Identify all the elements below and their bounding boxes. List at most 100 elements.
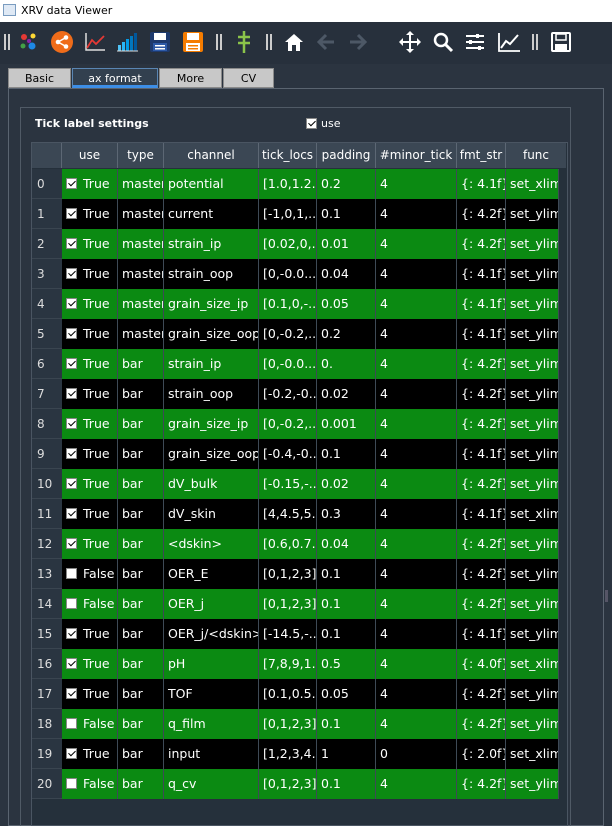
- cell-minor-tick[interactable]: 4: [376, 589, 457, 619]
- cell-use[interactable]: True: [62, 349, 118, 379]
- cell-minor-tick[interactable]: 4: [376, 559, 457, 589]
- cell-padding[interactable]: 0.05: [317, 679, 376, 709]
- checkbox-checked-icon[interactable]: [66, 478, 77, 489]
- cell-type[interactable]: master: [118, 169, 164, 199]
- cell-type[interactable]: bar: [118, 439, 164, 469]
- cell-type[interactable]: bar: [118, 649, 164, 679]
- cell-padding[interactable]: 0.01: [317, 229, 376, 259]
- checkbox-checked-icon[interactable]: [66, 178, 77, 189]
- cell-padding[interactable]: 0.2: [317, 169, 376, 199]
- checkbox-checked-icon[interactable]: [66, 538, 77, 549]
- cell-padding[interactable]: 1: [317, 739, 376, 769]
- table-row[interactable]: 3 True master strain_oop [0,-0.0... 0.04 4 {: 4…: [32, 259, 559, 289]
- cell-minor-tick[interactable]: 4: [376, 499, 457, 529]
- cell-minor-tick[interactable]: 4: [376, 169, 457, 199]
- cell-type[interactable]: master: [118, 199, 164, 229]
- cell-use[interactable]: False: [62, 769, 118, 799]
- cell-minor-tick[interactable]: 4: [376, 349, 457, 379]
- cell-type[interactable]: bar: [118, 349, 164, 379]
- cell-type[interactable]: bar: [118, 619, 164, 649]
- cell-use[interactable]: True: [62, 739, 118, 769]
- cell-type[interactable]: bar: [118, 499, 164, 529]
- cell-func[interactable]: set_ylim: [506, 349, 559, 379]
- checkbox-checked-icon[interactable]: [66, 418, 77, 429]
- row-index[interactable]: 17: [32, 679, 62, 709]
- header-padding[interactable]: padding: [317, 143, 376, 168]
- cell-padding[interactable]: 0.1: [317, 559, 376, 589]
- cell-channel[interactable]: grain_size_ip: [164, 289, 259, 319]
- back-arrow-icon[interactable]: [313, 29, 339, 55]
- configure-icon[interactable]: [462, 29, 488, 55]
- checkbox-checked-icon[interactable]: [66, 688, 77, 699]
- cell-fmt-str[interactable]: {: 4.1f}: [457, 499, 506, 529]
- cell-type[interactable]: bar: [118, 559, 164, 589]
- table-row[interactable]: 0 True masterpotential[1.0,1.2...0.24{: 4.…: [32, 169, 559, 199]
- save-orange-icon[interactable]: [180, 29, 206, 55]
- cell-fmt-str[interactable]: {: 4.1f}: [457, 169, 506, 199]
- cell-use[interactable]: True: [62, 469, 118, 499]
- pan-icon[interactable]: [397, 29, 423, 55]
- cell-channel[interactable]: OER_j/<dskin>: [164, 619, 259, 649]
- row-index[interactable]: 5: [32, 319, 62, 349]
- cell-func[interactable]: set_ylim: [506, 199, 559, 229]
- cell-func[interactable]: set_xlim: [506, 739, 559, 769]
- row-index[interactable]: 10: [32, 469, 62, 499]
- cell-channel[interactable]: grain_size_oop: [164, 319, 259, 349]
- cell-tick-locs[interactable]: [0,1,2,3]: [259, 709, 317, 739]
- row-index[interactable]: 8: [32, 409, 62, 439]
- cell-func[interactable]: set_ylim: [506, 679, 559, 709]
- cell-use[interactable]: True: [62, 439, 118, 469]
- cell-minor-tick[interactable]: 4: [376, 259, 457, 289]
- tab-cv-setup[interactable]: CV setup: [223, 68, 274, 104]
- cell-channel[interactable]: OER_j: [164, 589, 259, 619]
- checkbox-checked-icon[interactable]: [66, 748, 77, 759]
- cell-padding[interactable]: 0.1: [317, 709, 376, 739]
- cell-fmt-str[interactable]: {: 4.1f}: [457, 289, 506, 319]
- row-index[interactable]: 6: [32, 349, 62, 379]
- cell-func[interactable]: set_ylim: [506, 619, 559, 649]
- save-icon[interactable]: [147, 29, 173, 55]
- table-row[interactable]: 7 True bar strain_oop [-0.2,-0... 0.02 4 {: 4.2…: [32, 379, 559, 409]
- cell-fmt-str[interactable]: {: 4.2f}: [457, 589, 506, 619]
- cell-use[interactable]: True: [62, 379, 118, 409]
- header-use[interactable]: use: [62, 143, 118, 168]
- cell-minor-tick[interactable]: 4: [376, 769, 457, 799]
- app-logo-icon[interactable]: [16, 29, 42, 55]
- checkbox-checked-icon[interactable]: [66, 358, 77, 369]
- cell-use[interactable]: True: [62, 229, 118, 259]
- window-resize-handle[interactable]: [605, 590, 608, 602]
- cell-type[interactable]: bar: [118, 679, 164, 709]
- cell-fmt-str[interactable]: {: 4.2f}: [457, 529, 506, 559]
- cell-channel[interactable]: dV_bulk: [164, 469, 259, 499]
- cell-minor-tick[interactable]: 4: [376, 679, 457, 709]
- table-row[interactable]: 11 TruebardV_skin[4,4.5,5...0.34{: 4.1f}s…: [32, 499, 559, 529]
- table-row[interactable]: 15 True bar OER_j/<dskin> [-14.5,-... 0.1 4 {: …: [32, 619, 559, 649]
- cell-padding[interactable]: 0.: [317, 349, 376, 379]
- checkbox-checked-icon[interactable]: [66, 448, 77, 459]
- table-row[interactable]: 5 True master grain_size_oop [0,-0.2,... 0.2 4…: [32, 319, 559, 349]
- cell-fmt-str[interactable]: {: 4.1f}: [457, 319, 506, 349]
- cell-func[interactable]: set_ylim: [506, 439, 559, 469]
- row-index[interactable]: 18: [32, 709, 62, 739]
- group-use-checkbox[interactable]: use: [306, 117, 340, 130]
- cell-func[interactable]: set_ylim: [506, 229, 559, 259]
- row-index[interactable]: 3: [32, 259, 62, 289]
- cell-minor-tick[interactable]: 4: [376, 439, 457, 469]
- cell-tick-locs[interactable]: [0.6,0.7...: [259, 529, 317, 559]
- cell-use[interactable]: True: [62, 169, 118, 199]
- cell-padding[interactable]: 0.3: [317, 499, 376, 529]
- cell-func[interactable]: set_ylim: [506, 259, 559, 289]
- row-index[interactable]: 19: [32, 739, 62, 769]
- tab-more-setup[interactable]: More setup: [159, 68, 222, 104]
- cell-tick-locs[interactable]: [-0.2,-0...: [259, 379, 317, 409]
- table-row[interactable]: 8 True bar grain_size_ip [0,-0.2,... 0.001 4 {:…: [32, 409, 559, 439]
- cell-minor-tick[interactable]: 4: [376, 319, 457, 349]
- cell-channel[interactable]: strain_ip: [164, 229, 259, 259]
- cell-tick-locs[interactable]: [0,-0.2,...: [259, 409, 317, 439]
- cell-padding[interactable]: 0.001: [317, 409, 376, 439]
- cell-func[interactable]: set_ylim: [506, 319, 559, 349]
- header-minor-tick[interactable]: #minor_tick: [376, 143, 457, 168]
- checkbox-unchecked-icon[interactable]: [66, 568, 77, 579]
- cell-fmt-str[interactable]: {: 4.2f}: [457, 709, 506, 739]
- cell-tick-locs[interactable]: [4,4.5,5...: [259, 499, 317, 529]
